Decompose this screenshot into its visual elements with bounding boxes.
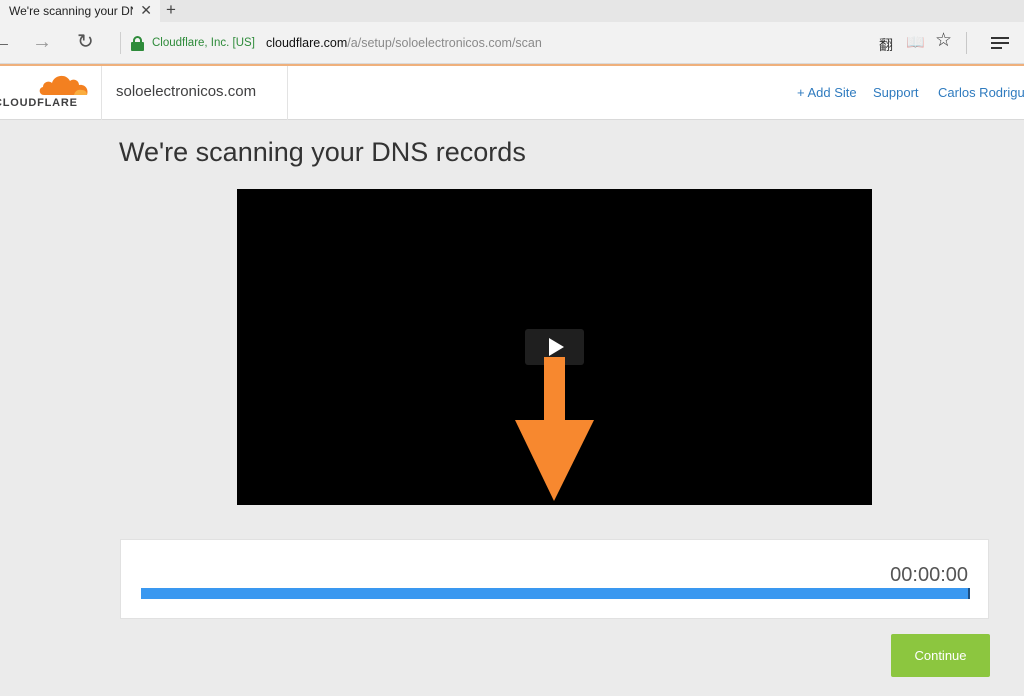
address-bar: ← → ↻ Cloudflare, Inc. [US] cloudflare.c… (0, 22, 1024, 64)
browser-tab[interactable]: We're scanning your DNS records ✕ (0, 0, 160, 22)
refresh-icon[interactable]: ↻ (77, 31, 94, 53)
cloud-logo-icon (39, 75, 88, 95)
translate-icon[interactable]: 翻 (879, 35, 893, 55)
user-menu-link[interactable]: Carlos Rodriguez (938, 85, 1024, 100)
new-tab-icon[interactable]: + (166, 0, 176, 20)
scan-progress-card: 00:00:00 (120, 539, 989, 619)
page-title: We're scanning your DNS records (119, 137, 526, 167)
back-icon[interactable]: ← (0, 31, 12, 53)
close-tab-icon[interactable]: ✕ (140, 2, 152, 19)
forward-icon[interactable]: → (32, 31, 52, 53)
scan-timer: 00:00:00 (890, 564, 968, 586)
url-path: /a/setup/soloelectronicos.com/scan (347, 36, 542, 50)
add-site-link[interactable]: + Add Site (797, 85, 857, 100)
tab-title: We're scanning your DNS records (9, 4, 133, 18)
favorite-star-icon[interactable]: ☆ (935, 31, 952, 51)
down-arrow-icon (515, 357, 594, 501)
url-host: cloudflare.com (266, 36, 348, 50)
cloudflare-wordmark: CLOUDFLARE (0, 97, 78, 109)
certificate-label[interactable]: Cloudflare, Inc. [US] (152, 37, 255, 49)
cloudflare-header: CLOUDFLARE soloelectronicos.com + Add Si… (0, 66, 1024, 120)
site-name[interactable]: soloelectronicos.com (103, 66, 288, 120)
continue-button[interactable]: Continue (891, 634, 990, 677)
lock-icon[interactable] (131, 36, 144, 51)
url-field[interactable]: cloudflare.com/a/setup/soloelectronicos.… (266, 36, 542, 50)
browser-tab-bar: We're scanning your DNS records ✕ + (0, 0, 1024, 22)
progress-bar-fill (141, 588, 970, 599)
video-player[interactable] (237, 189, 872, 505)
toolbar-separator (966, 32, 967, 54)
progress-bar (141, 588, 970, 599)
cloudflare-logo[interactable]: CLOUDFLARE (0, 66, 102, 120)
address-divider (120, 32, 121, 54)
reading-view-icon[interactable]: 📖 (906, 33, 925, 53)
hub-menu-icon[interactable] (991, 37, 1009, 49)
support-link[interactable]: Support (873, 85, 919, 100)
